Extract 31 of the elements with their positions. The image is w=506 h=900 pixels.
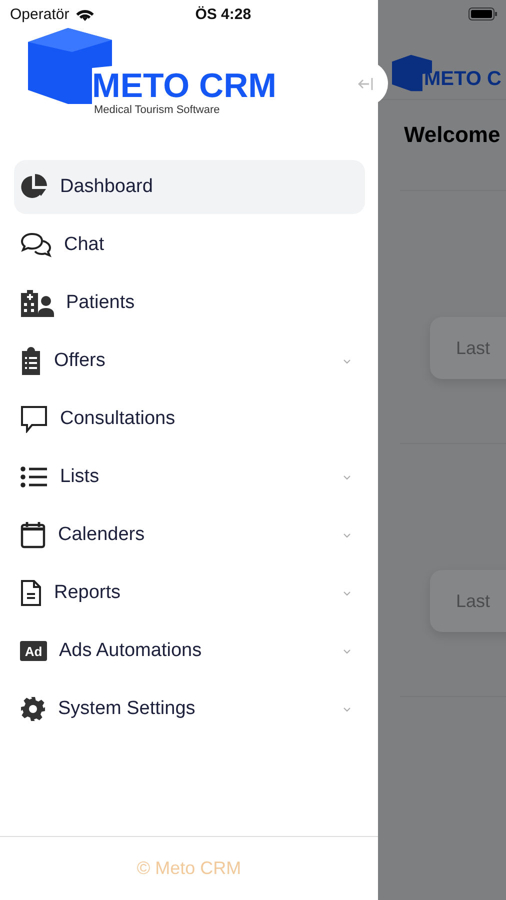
speech-bubble-icon bbox=[20, 405, 48, 433]
menu-item[interactable]: Patients bbox=[14, 276, 365, 330]
menu-item[interactable]: Reports bbox=[14, 566, 365, 620]
collapse-arrow-icon bbox=[358, 76, 374, 90]
carrier-name: Operatör bbox=[10, 6, 70, 22]
logo-title: METO C bbox=[424, 68, 502, 91]
stat-card: Last bbox=[430, 317, 506, 379]
battery-icon bbox=[468, 7, 498, 21]
menu-item[interactable]: Consultations bbox=[14, 392, 365, 446]
chat-icon bbox=[20, 232, 52, 258]
hospital-person-icon bbox=[20, 289, 54, 317]
menu-item[interactable]: Ad Ads Automations bbox=[14, 624, 365, 678]
clipboard-list-icon bbox=[20, 347, 42, 375]
menu-item[interactable]: System Settings bbox=[14, 682, 365, 736]
welcome-heading: Welcome bbox=[404, 122, 500, 147]
menu-item[interactable]: Lists bbox=[14, 450, 365, 504]
document-icon bbox=[20, 579, 42, 607]
stat-card: Last bbox=[430, 570, 506, 632]
status-time: ÖS 4:28 bbox=[195, 6, 252, 22]
calendar-icon bbox=[20, 521, 46, 549]
list-icon bbox=[20, 466, 48, 488]
ad-icon: Ad bbox=[20, 641, 47, 661]
menu-item[interactable]: Chat bbox=[14, 218, 365, 272]
settings-icon bbox=[20, 696, 46, 722]
copyright-text: © Meto CRM bbox=[136, 858, 242, 879]
pie-chart-icon bbox=[20, 173, 48, 201]
logo-title: METO CRM bbox=[92, 68, 276, 104]
menu-item[interactable]: Dashboard bbox=[14, 160, 365, 214]
logo-subtitle: Medical Tourism Software bbox=[94, 104, 221, 116]
menu-item[interactable]: Calenders bbox=[14, 508, 365, 562]
menu-item[interactable]: Offers bbox=[14, 334, 365, 388]
